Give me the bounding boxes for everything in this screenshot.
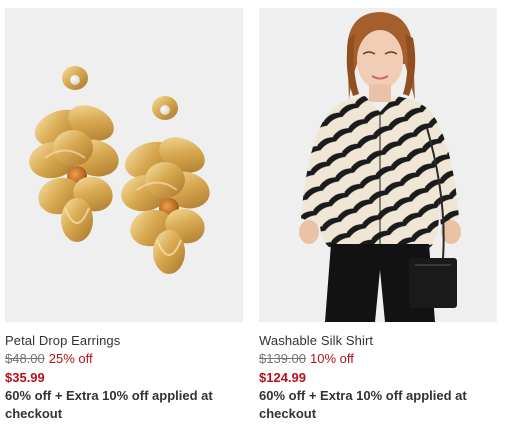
- original-price: $48.00: [5, 351, 45, 366]
- price-row: $48.00 25% off: [5, 350, 245, 368]
- sale-price: $124.99: [259, 370, 306, 385]
- discount-percent: 25% off: [48, 351, 93, 366]
- product-image-petal-drop-earrings[interactable]: [5, 8, 243, 322]
- product-name-link[interactable]: Washable Silk Shirt: [259, 331, 499, 350]
- model-photo: [259, 8, 497, 322]
- price-row: $139.00 10% off: [259, 350, 499, 368]
- product-image-washable-silk-shirt[interactable]: [259, 8, 497, 322]
- sale-price: $35.99: [5, 370, 45, 385]
- product-grid: Petal Drop Earrings $48.00 25% off $35.99…: [0, 0, 506, 427]
- promo-text: 60% off + Extra 10% off applied at check…: [5, 388, 213, 421]
- discount-percent: 10% off: [310, 351, 354, 366]
- product-info: Petal Drop Earrings $48.00 25% off $35.99…: [5, 331, 245, 423]
- product-info: Washable Silk Shirt $139.00 10% off $124.…: [259, 331, 499, 423]
- original-price: $139.00: [259, 351, 306, 366]
- product-name-link[interactable]: Petal Drop Earrings: [5, 331, 245, 350]
- promo-text: 60% off + Extra 10% off applied at check…: [259, 388, 467, 421]
- earrings-photo: [29, 66, 210, 274]
